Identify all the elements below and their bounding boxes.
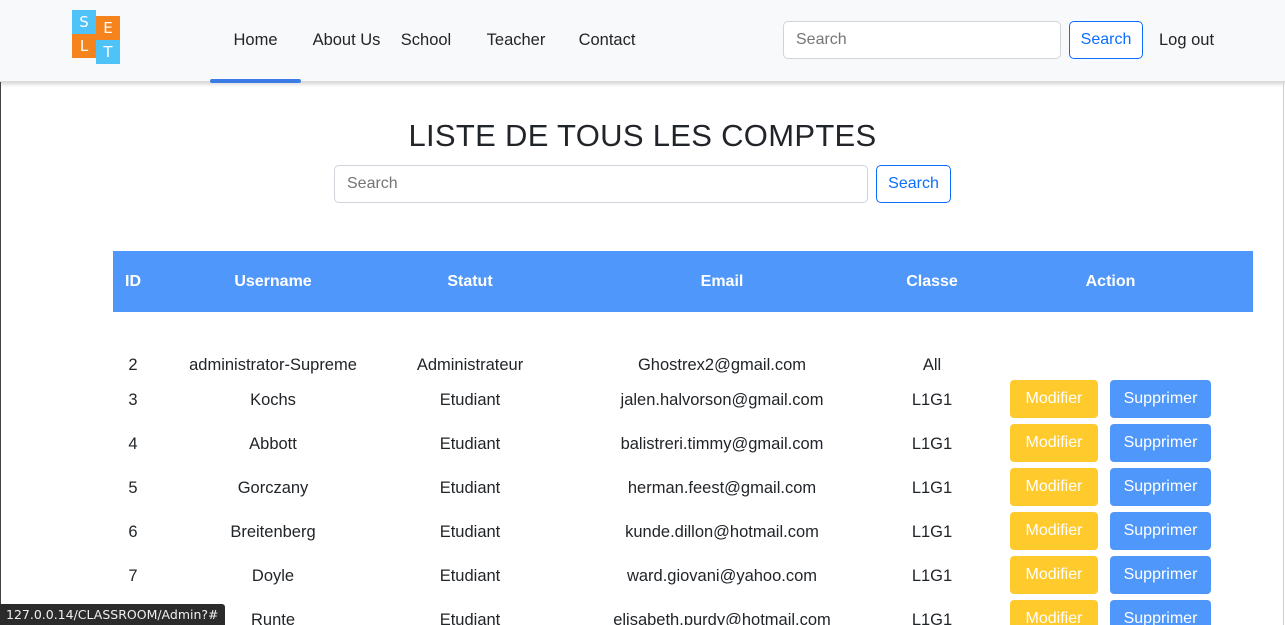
- nav-home[interactable]: Home: [210, 0, 301, 83]
- cell-classe: L1G1: [911, 567, 953, 585]
- cell-statut: Administrateur: [416, 356, 524, 374]
- cell-email: kunde.dillon@hotmail.com: [625, 523, 819, 541]
- cell-username: Gorczany: [237, 479, 309, 497]
- header-statut: Statut: [447, 273, 493, 290]
- right-border: [1283, 82, 1284, 625]
- page-title: LISTE DE TOUS LES COMPTES: [408, 118, 877, 153]
- cell-username: administrator-Supreme: [189, 356, 357, 374]
- header-username: Username: [234, 273, 312, 290]
- cell-email: ward.giovani@yahoo.com: [626, 567, 818, 585]
- cell-statut: Etudiant: [439, 479, 501, 497]
- modify-button[interactable]: Modifier: [1010, 468, 1098, 506]
- modify-button[interactable]: Modifier: [1010, 424, 1098, 462]
- nav-contact[interactable]: Contact: [566, 0, 648, 82]
- cell-email: balistreri.timmy@gmail.com: [620, 435, 824, 453]
- logout-link[interactable]: Log out: [1159, 21, 1214, 59]
- cell-id: 5: [128, 479, 138, 497]
- site-logo[interactable]: S E L T: [70, 8, 124, 66]
- cell-classe: All: [922, 356, 942, 374]
- navbar-search-input[interactable]: [783, 21, 1061, 59]
- header-action: Action: [1085, 273, 1136, 290]
- delete-button[interactable]: Supprimer: [1110, 424, 1211, 462]
- cell-classe: L1G1: [911, 611, 953, 625]
- delete-button[interactable]: Supprimer: [1110, 556, 1211, 594]
- cell-statut: Etudiant: [439, 435, 501, 453]
- navbar-search-button[interactable]: Search: [1069, 21, 1143, 59]
- modify-button[interactable]: Modifier: [1010, 600, 1098, 625]
- nav-links: Home About Us School Teacher Contact: [210, 0, 648, 83]
- link-status-url: 127.0.0.14/CLASSROOM/Admin?#: [0, 604, 225, 625]
- logo-letter-e: E: [96, 16, 120, 40]
- cell-statut: Etudiant: [439, 391, 501, 409]
- cell-classe: L1G1: [911, 435, 953, 453]
- cell-id: 2: [128, 356, 138, 374]
- cell-username: Kochs: [250, 391, 296, 409]
- modify-button[interactable]: Modifier: [1010, 512, 1098, 550]
- cell-username: Abbott: [249, 435, 297, 453]
- header-email: Email: [700, 273, 744, 290]
- header-classe: Classe: [906, 273, 958, 290]
- accounts-search-button[interactable]: Search: [876, 165, 951, 203]
- accounts-search-input[interactable]: [334, 165, 868, 203]
- cell-email: elisabeth.purdy@hotmail.com: [613, 611, 831, 625]
- logo-letter-l: L: [72, 34, 96, 58]
- logo-letter-s: S: [72, 10, 96, 34]
- cell-email: Ghostrex2@gmail.com: [637, 356, 807, 374]
- cell-id: 3: [128, 391, 138, 409]
- cell-classe: L1G1: [911, 523, 953, 541]
- cell-statut: Etudiant: [439, 523, 501, 541]
- nav-about-us[interactable]: About Us: [301, 0, 392, 82]
- cell-statut: Etudiant: [439, 611, 501, 625]
- modify-button[interactable]: Modifier: [1010, 556, 1098, 594]
- nav-school[interactable]: School: [386, 0, 466, 82]
- cell-classe: L1G1: [911, 479, 953, 497]
- left-border: [0, 82, 1, 625]
- delete-button[interactable]: Supprimer: [1110, 600, 1211, 625]
- delete-button[interactable]: Supprimer: [1110, 512, 1211, 550]
- logo-letter-t: T: [96, 40, 120, 64]
- navbar: S E L T Home About Us School Teacher Con…: [0, 0, 1285, 83]
- header-id: ID: [125, 273, 141, 290]
- cell-id: 7: [128, 567, 138, 585]
- modify-button[interactable]: Modifier: [1010, 380, 1098, 418]
- delete-button[interactable]: Supprimer: [1110, 468, 1211, 506]
- cell-email: herman.feest@gmail.com: [627, 479, 817, 497]
- cell-username: Breitenberg: [230, 523, 316, 541]
- nav-teacher[interactable]: Teacher: [466, 0, 566, 82]
- cell-statut: Etudiant: [439, 567, 501, 585]
- cell-username: Doyle: [251, 567, 295, 585]
- cell-email: jalen.halvorson@gmail.com: [620, 391, 824, 409]
- cell-id: 6: [128, 523, 138, 541]
- cell-id: 4: [128, 435, 138, 453]
- table-header: ID Username Statut Email Classe Action: [113, 251, 1253, 312]
- cell-classe: L1G1: [911, 391, 953, 409]
- delete-button[interactable]: Supprimer: [1110, 380, 1211, 418]
